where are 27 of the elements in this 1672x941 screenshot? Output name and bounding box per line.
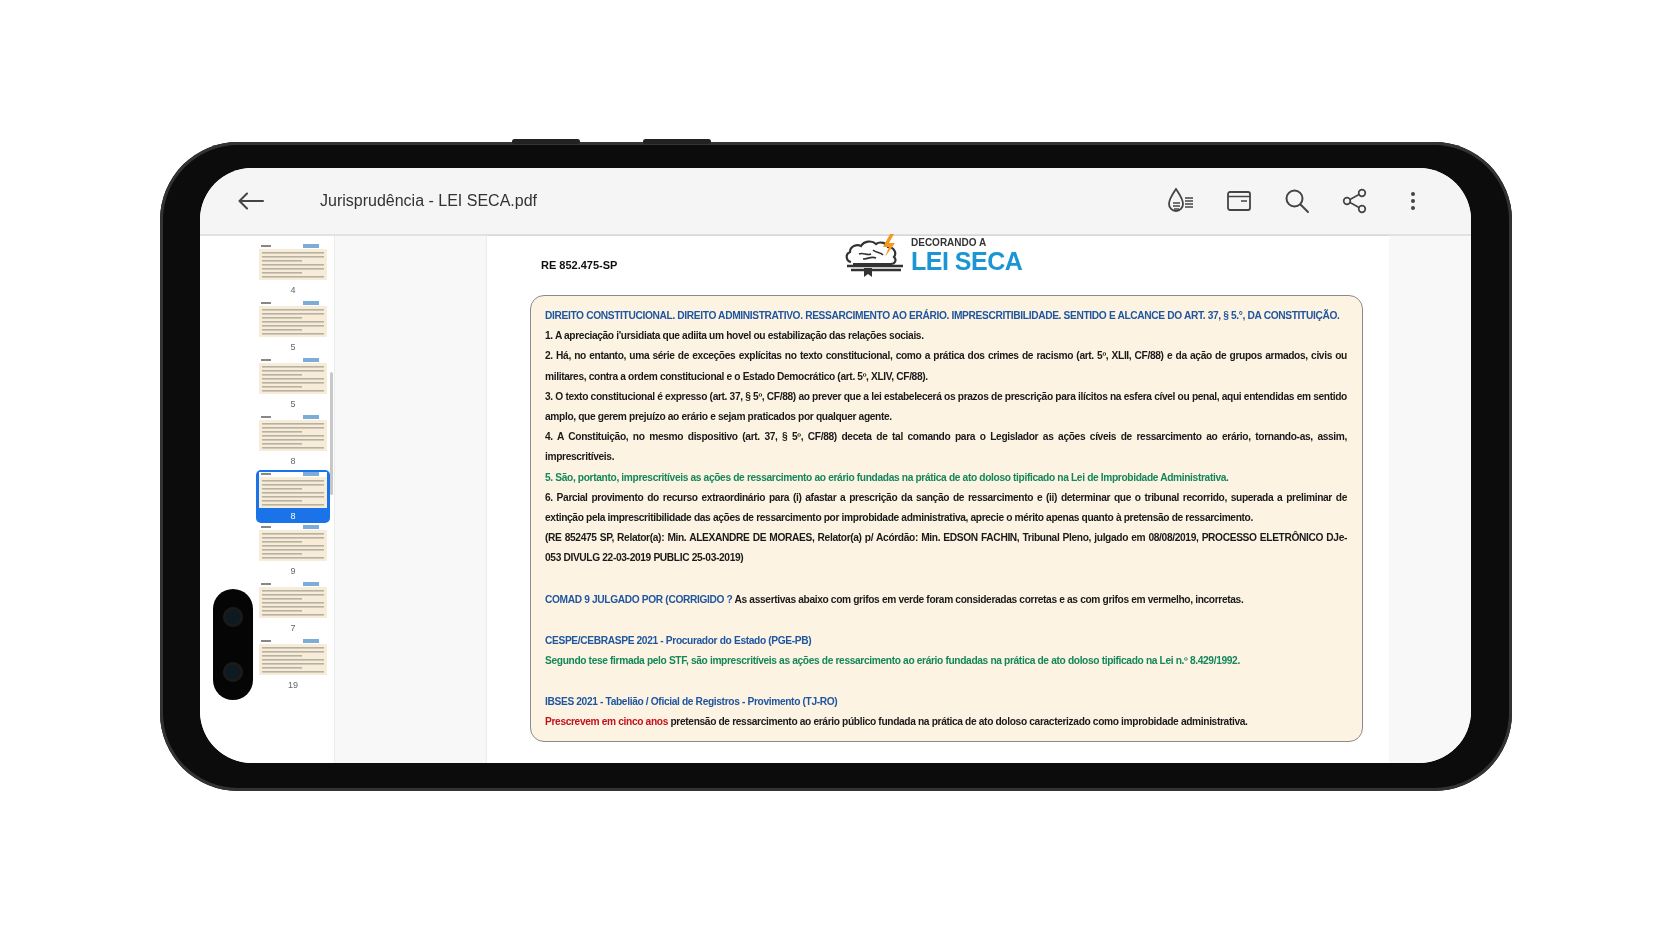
brain-book-icon: [843, 232, 905, 278]
paragraph: IBSES 2021 - Tabelião / Oficial de Registros - Provimento (TJ-RO): [545, 695, 839, 710]
page-thumbnail[interactable]: 5: [256, 356, 330, 413]
page-thumbnail[interactable]: 5: [256, 299, 330, 356]
paragraph: 3. O texto constitucional é expresso (art. 37, § 5º, CF/88) ao prever que a lei estabelecerá os prazos de prescrição para ilícitos na esfera cível ou penal, aqui entendidas em sentido amplo, que gerem prejuízo ao erário e sejam praticados por qualquer agente.: [545, 389, 1347, 424]
case-number: RE 852.475-SP: [541, 258, 618, 274]
page-thumbnail[interactable]: 8: [256, 470, 330, 523]
paragraph: 6. Parcial provimento do recurso extraordinário para (i) afastar a prescrição da sanção de ressarcimento e (ii) determinar que o tribunal recorrido, superada a preliminar de extinção pela imprescritibilidade das ações de ressarcimento por improbidade administrativa, aprecie o mérito apenas quanto à pretensão de ressarcimento.: [545, 490, 1347, 526]
logo-title: LEI SECA: [911, 247, 1023, 274]
page-thumbnail[interactable]: 7: [256, 580, 330, 637]
page-thumbnail[interactable]: 8: [256, 413, 330, 470]
page-thumbnail[interactable]: 19: [256, 637, 330, 694]
document-title: Jurisprudência - LEI SECA.pdf: [320, 191, 537, 211]
paragraph: 2. Há, no entanto, uma série de exceções explícitas no texto constitucional, como a prática dos crimes de racismo (art. 5º, XLII, CF/88) e da ação de grupos armados, civis ou militares, contra a ordem constitucional e o Estado Democrático (art. 5º, XLIV, CF/88).: [545, 349, 1347, 384]
paragraph: 1. A apreciação i'ursidiata que adiita um hovel ou estabilização das relações sociais.: [545, 329, 925, 344]
paragraph: Segundo tese firmada pelo STF, são imprescritíveis as ações de ressarcimento ao erário fundadas na prática de ato doloso tipificado na Lei n.º 8.429/1992.: [545, 654, 1241, 669]
paragraph: 4. A Constituição, no mesmo dispositivo (art. 37, § 5º, CF/88) deceta de tal comando para o Legislador as ações cíveis de ressarcimento ao erário, tornando-as, assim, imprescritíveis.: [545, 430, 1347, 465]
scrollbar[interactable]: [330, 372, 333, 495]
paragraph: Prescrevem em cinco anos pretensão de ressarcimento ao erário público fundada na prática de ato doloso caracterizado como improbidade administrativa.: [545, 715, 1249, 730]
logo-subtitle: DECORANDO A: [911, 236, 988, 248]
paragraph: 5. São, portanto, imprescritíveis as ações de ressarcimento ao erário fundadas na prática de ato doloso tipificado na Lei de Improbidade Administrativa.: [545, 470, 1230, 485]
page-thumbnail[interactable]: 4: [256, 242, 330, 299]
paragraph: DIREITO CONSTITUCIONAL. DIREITO ADMINISTRATIVO. RESSARCIMENTO AO ERÁRIO. IMPRESCRITIBILIDADE. SENTIDO E ALCANCE DO ART. 37, § 5.°, DA CONSTITUIÇÃO.: [545, 308, 1341, 323]
paragraph: CESPE/CEBRASPE 2021 - Procurador do Estado (PGE-PB): [545, 633, 813, 648]
paragraph: COMAD 9 JULGADO POR (CORRIGIDO ? As assertivas abaixo com grifos em verde foram consideradas corretas e as com grifos em vermelho, incorretas.: [545, 592, 1245, 607]
paragraph: (RE 852475 SP, Relator(a): Min. ALEXANDRE DE MORAES, Relator(a) p/ Acórdão: Min. EDSON FACHIN, Tribunal Pleno, julgado em 08/08/2019, PROCESSO ELETRÔNICO DJe-053 DIVULG 22-03-2019 PUBLIC 25-03-2019): [545, 530, 1347, 566]
page-thumbnail[interactable]: 9: [256, 523, 330, 580]
